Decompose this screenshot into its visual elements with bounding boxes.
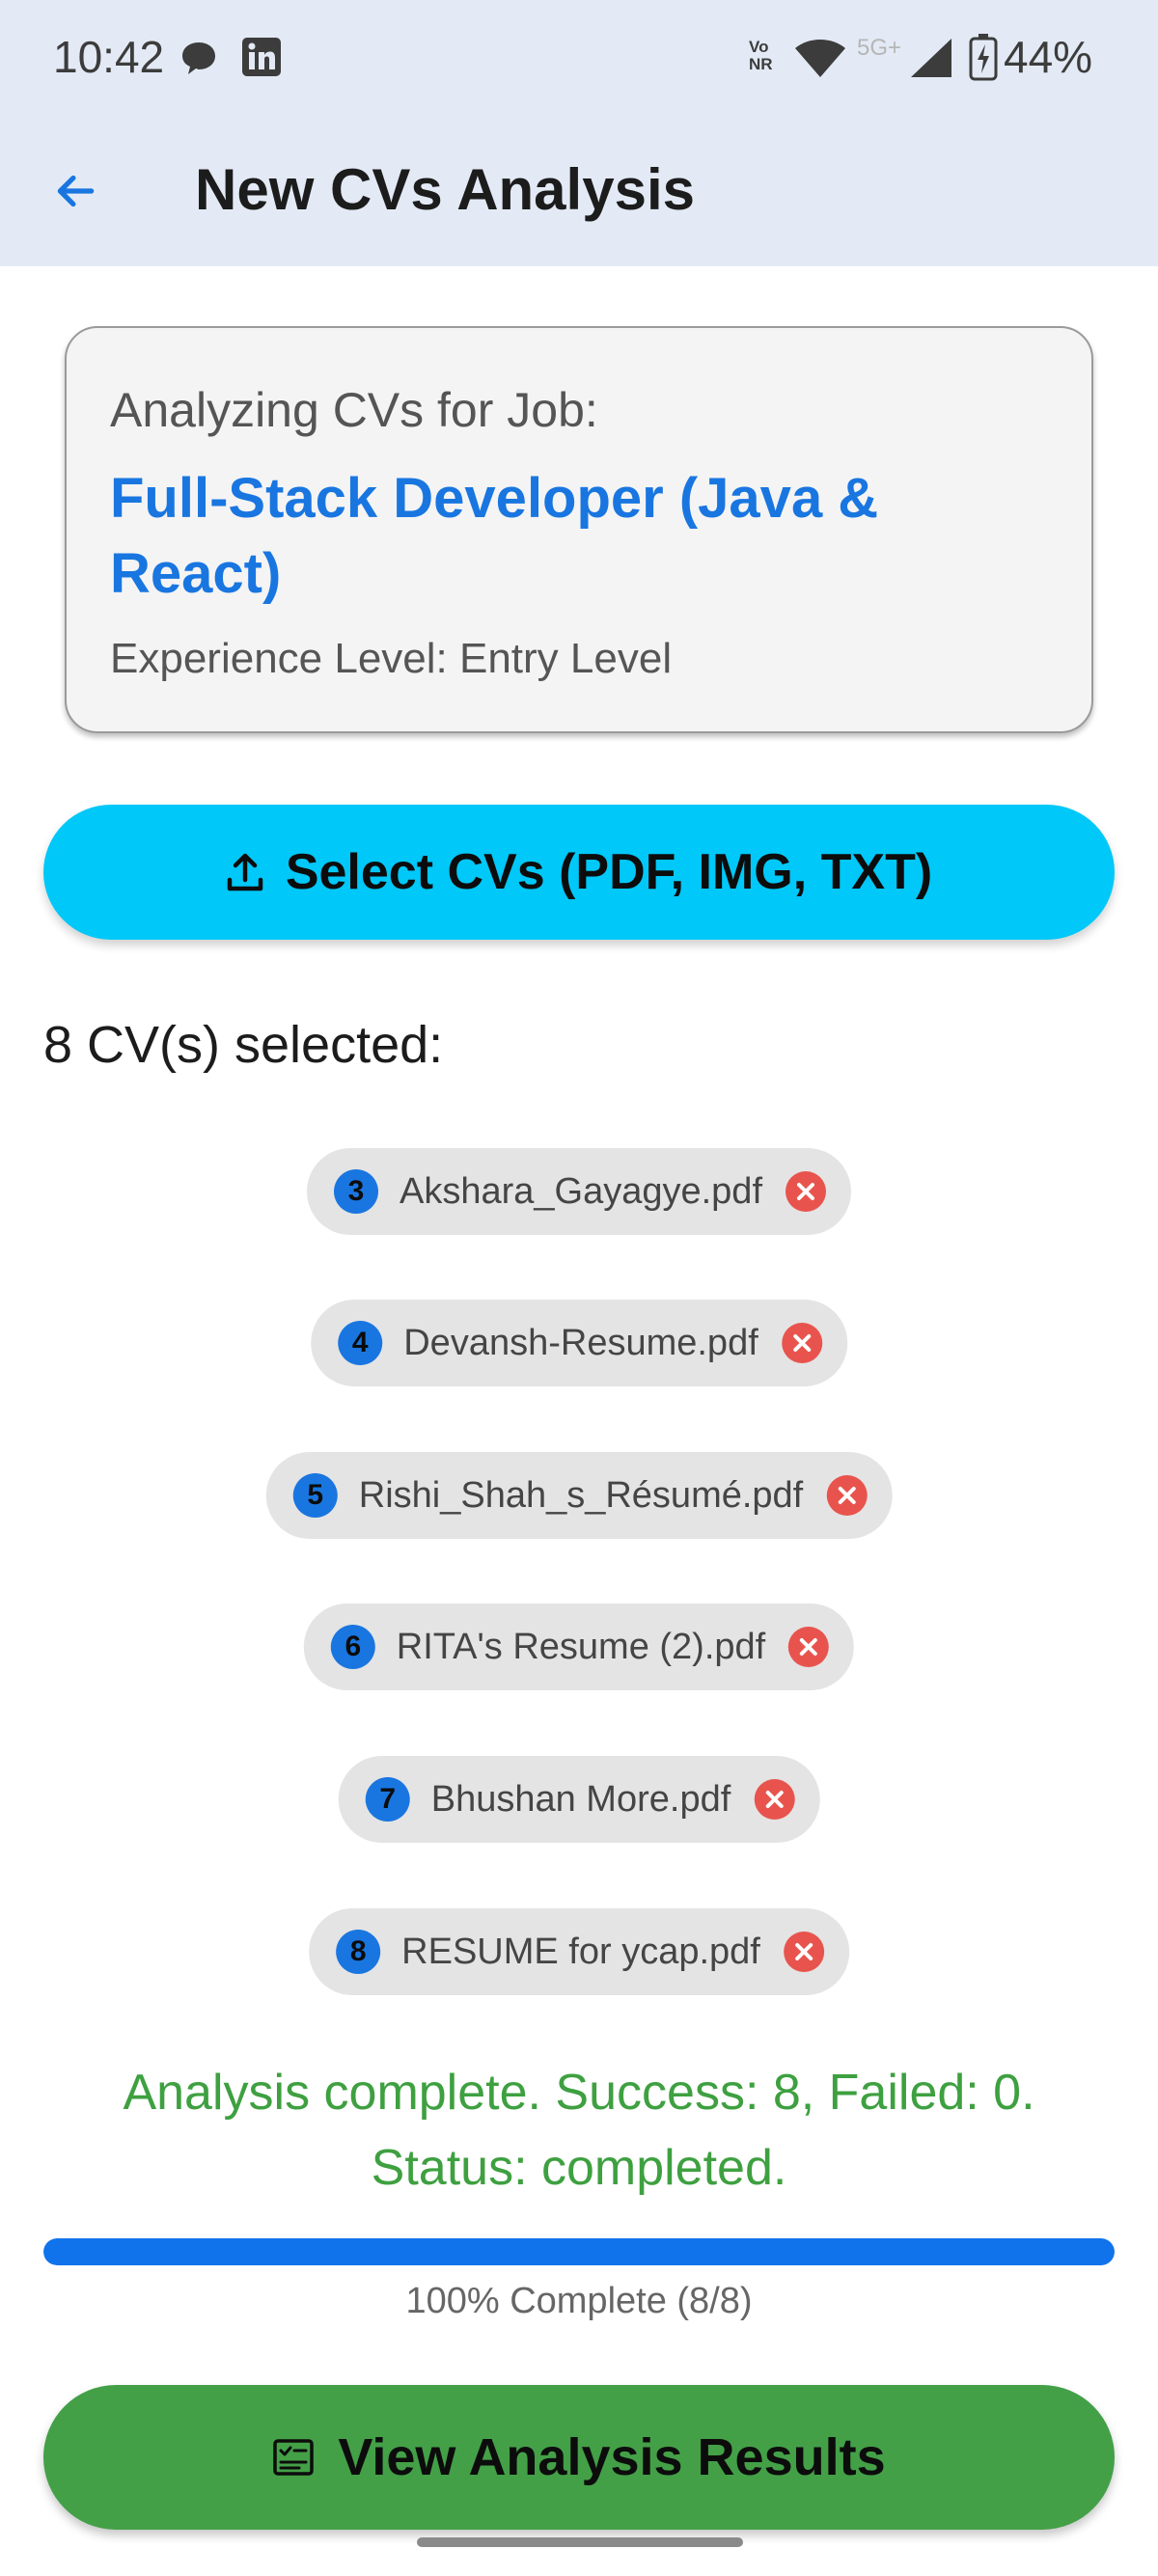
view-results-button[interactable]: View Analysis Results — [43, 2385, 1115, 2530]
close-icon — [838, 1487, 856, 1504]
battery-charging-icon — [969, 33, 998, 81]
file-number-badge: 6 — [330, 1625, 375, 1669]
view-results-label: View Analysis Results — [338, 2428, 886, 2486]
volte-indicator: Vo NR — [749, 38, 773, 73]
file-chip[interactable]: 4 Devansh-Resume.pdf — [311, 1300, 847, 1386]
file-chip[interactable]: 6 RITA's Resume (2).pdf — [303, 1603, 855, 1690]
remove-file-button[interactable] — [783, 1932, 824, 1972]
file-number-badge: 7 — [365, 1777, 410, 1822]
upload-icon — [227, 853, 263, 891]
file-number-badge: 4 — [338, 1321, 383, 1365]
file-name: Akshara_Gayagye.pdf — [399, 1170, 763, 1212]
linkedin-icon — [241, 37, 282, 77]
select-cvs-label: Select CVs (PDF, IMG, TXT) — [285, 844, 933, 900]
network-type: 5G+ — [857, 35, 902, 61]
file-name: RESUME for ycap.pdf — [401, 1931, 760, 1972]
remove-file-button[interactable] — [786, 1171, 827, 1212]
file-name: Rishi_Shah_s_Résumé.pdf — [358, 1474, 804, 1516]
file-number-badge: 5 — [292, 1473, 338, 1518]
signal-icon — [909, 37, 953, 79]
file-name: RITA's Resume (2).pdf — [396, 1626, 766, 1667]
page-title: New CVs Analysis — [195, 157, 695, 222]
chat-icon — [179, 39, 218, 77]
remove-file-button[interactable] — [826, 1475, 868, 1516]
battery-level: 44% — [1004, 32, 1093, 82]
remove-file-button[interactable] — [788, 1627, 830, 1667]
job-title: Full-Stack Developer (Java & React) — [110, 467, 879, 605]
analysis-status: Analysis complete. Success: 8, Failed: 0… — [123, 2065, 1035, 2196]
job-card-heading: Analyzing CVs for Job: — [110, 383, 598, 437]
remove-file-button[interactable] — [754, 1779, 795, 1820]
file-chip[interactable]: 5 Rishi_Shah_s_Résumé.pdf — [265, 1452, 893, 1539]
status-bar: 10:42 Vo NR 5G+ 44% — [0, 0, 1158, 116]
select-cvs-button[interactable]: Select CVs (PDF, IMG, TXT) — [43, 805, 1115, 940]
selected-count: 8 CV(s) selected: — [43, 1016, 444, 1074]
file-chip[interactable]: 3 Akshara_Gayagye.pdf — [306, 1148, 852, 1235]
close-icon — [797, 1183, 815, 1200]
close-icon — [800, 1638, 818, 1656]
wifi-icon — [793, 37, 847, 79]
file-chip[interactable]: 8 RESUME for ycap.pdf — [309, 1908, 849, 1995]
job-card: Analyzing CVs for Job: Full-Stack Develo… — [65, 326, 1093, 733]
file-number-badge: 8 — [336, 1930, 381, 1974]
back-button[interactable] — [39, 154, 112, 228]
progress-bar — [43, 2238, 1115, 2265]
status-time: 10:42 — [53, 32, 165, 82]
close-icon — [765, 1791, 784, 1808]
progress-fill — [43, 2238, 1115, 2265]
file-number-badge: 3 — [333, 1169, 378, 1214]
file-name: Bhushan More.pdf — [430, 1778, 731, 1820]
progress-text: 100% Complete (8/8) — [405, 2281, 753, 2321]
file-name: Devansh-Resume.pdf — [403, 1322, 758, 1363]
home-indicator[interactable] — [417, 2537, 743, 2547]
close-icon — [794, 1943, 813, 1960]
experience-level: Experience Level: Entry Level — [110, 635, 673, 682]
app-bar: New CVs Analysis — [0, 116, 1158, 266]
analysis-report-icon — [273, 2439, 315, 2476]
arrow-left-icon — [57, 175, 95, 207]
close-icon — [792, 1334, 811, 1352]
file-chip[interactable]: 7 Bhushan More.pdf — [338, 1756, 820, 1843]
remove-file-button[interactable] — [781, 1323, 822, 1363]
